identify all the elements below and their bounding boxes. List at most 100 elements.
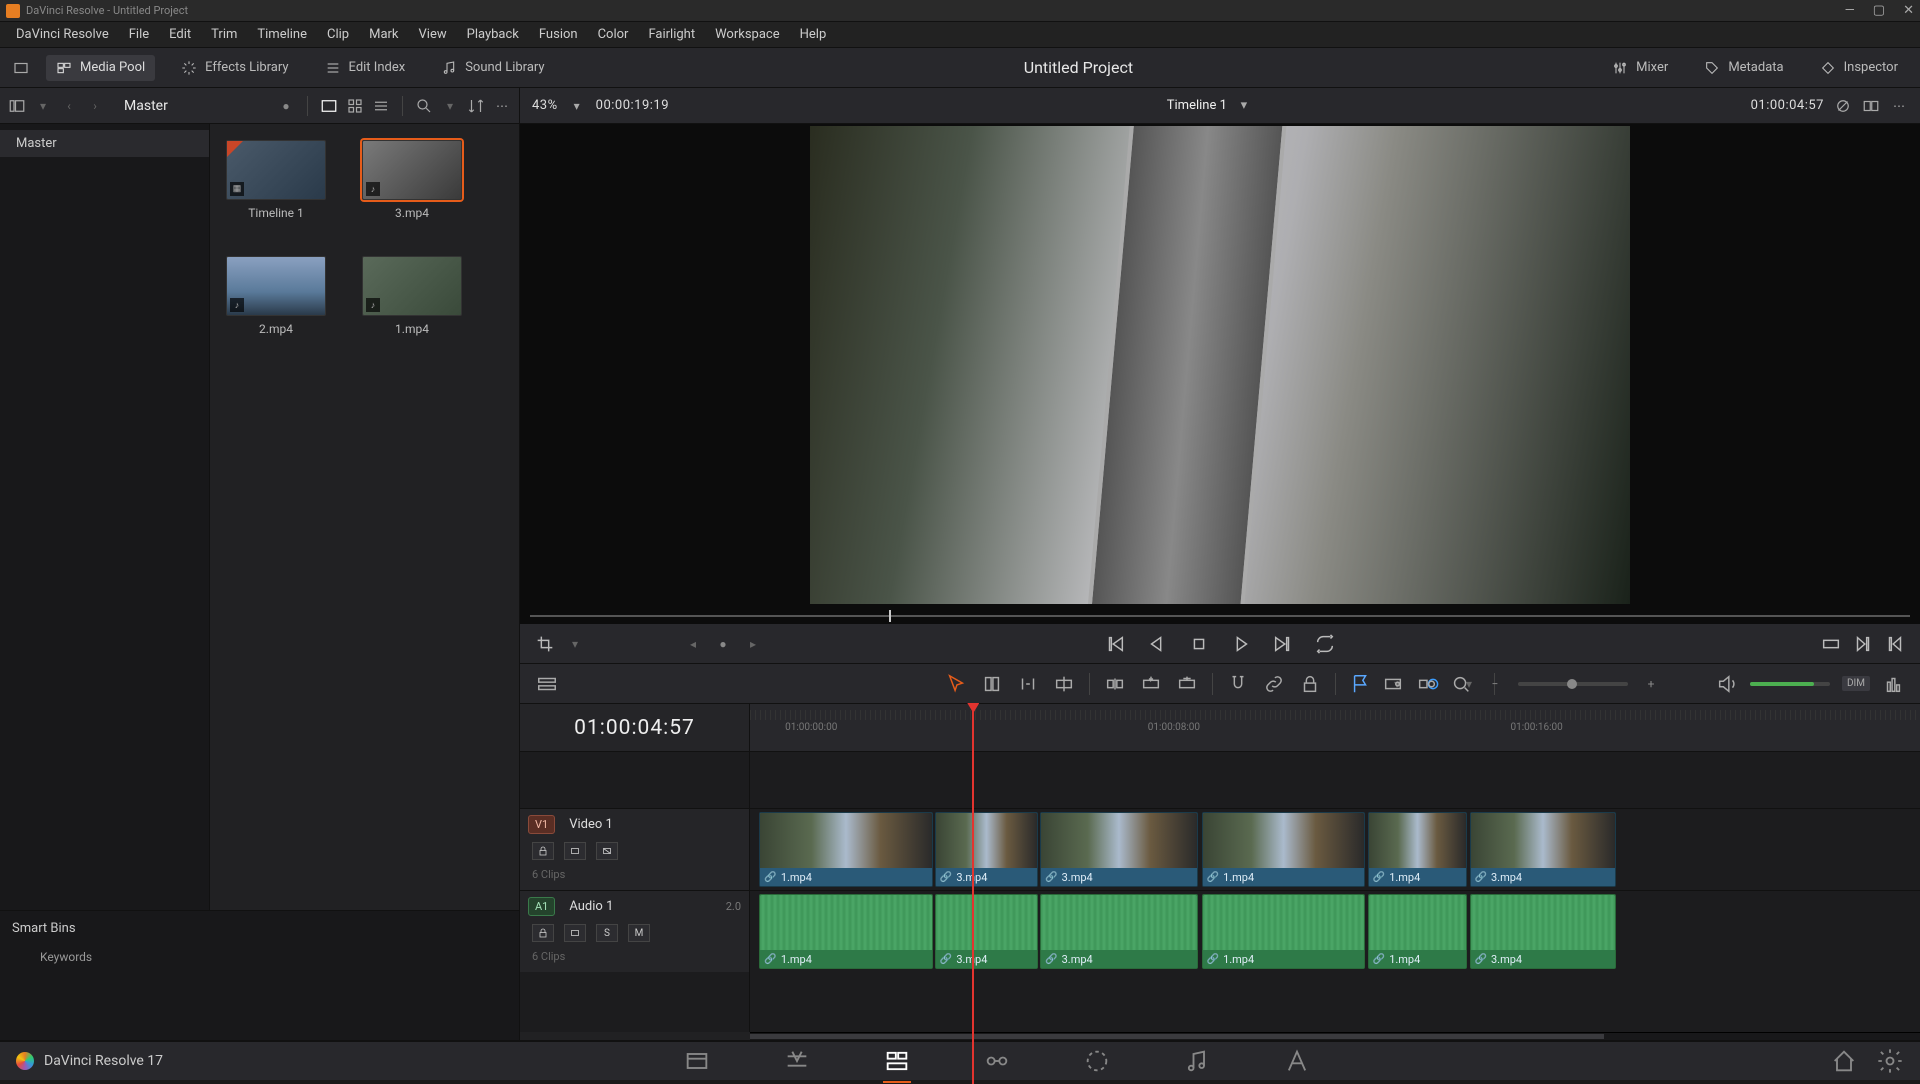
- audio-clip[interactable]: 🔗3.mp4: [935, 894, 1038, 969]
- nav-back-icon[interactable]: ‹: [60, 97, 78, 115]
- expand-icon[interactable]: [12, 59, 30, 77]
- smart-bins-keywords[interactable]: Keywords: [12, 950, 507, 964]
- chevron-down-icon[interactable]: ▾: [34, 97, 52, 115]
- sound-library-toggle[interactable]: Sound Library: [431, 55, 554, 81]
- bypass-fx-icon[interactable]: [1834, 97, 1852, 115]
- dynamic-trim-icon[interactable]: [1017, 673, 1039, 695]
- crop-dropdown-icon[interactable]: ▾: [564, 633, 586, 655]
- go-start-icon[interactable]: [1104, 633, 1126, 655]
- timeline-timecode[interactable]: 01:00:04:57: [520, 704, 750, 751]
- link-icon[interactable]: [1263, 673, 1285, 695]
- menu-dots-icon[interactable]: ⋯: [493, 97, 511, 115]
- custom-zoom-icon[interactable]: [1450, 673, 1472, 695]
- metadata-toggle[interactable]: Metadata: [1694, 55, 1793, 81]
- detail-zoom-icon[interactable]: [1416, 673, 1438, 695]
- track-lock-icon[interactable]: [532, 924, 554, 942]
- viewer[interactable]: [520, 124, 1920, 624]
- in-out-range-icon[interactable]: [1820, 633, 1842, 655]
- inspector-toggle[interactable]: Inspector: [1810, 55, 1908, 81]
- dual-viewer-icon[interactable]: [1862, 97, 1880, 115]
- video-clip[interactable]: 🔗1.mp4: [759, 812, 932, 887]
- menu-workspace[interactable]: Workspace: [705, 23, 790, 46]
- step-back-icon[interactable]: [1146, 633, 1168, 655]
- timeline-name[interactable]: Timeline 1: [1167, 98, 1227, 113]
- menu-view[interactable]: View: [409, 23, 457, 46]
- menu-mark[interactable]: Mark: [359, 23, 408, 46]
- audio-clip[interactable]: 🔗3.mp4: [1470, 894, 1616, 969]
- replace-clip-icon[interactable]: [1176, 673, 1198, 695]
- audio-clip[interactable]: 🔗1.mp4: [1202, 894, 1366, 969]
- audio-clip[interactable]: 🔗1.mp4: [759, 894, 932, 969]
- zoom-dropdown-icon[interactable]: ▾: [568, 97, 586, 115]
- bin-path[interactable]: Master: [112, 98, 188, 114]
- timeline-minimap[interactable]: [750, 1032, 1920, 1040]
- record-timecode[interactable]: 01:00:04:57: [1751, 98, 1824, 113]
- auto-select-icon[interactable]: [564, 924, 586, 942]
- home-icon[interactable]: [1830, 1047, 1858, 1075]
- play-icon[interactable]: [1230, 633, 1252, 655]
- menu-timeline[interactable]: Timeline: [247, 23, 317, 46]
- media-page-icon[interactable]: [683, 1047, 711, 1075]
- mixer-toggle[interactable]: Mixer: [1602, 55, 1678, 81]
- zoom-percent[interactable]: 43%: [532, 98, 558, 113]
- solo-button[interactable]: S: [596, 924, 618, 942]
- mute-button[interactable]: M: [628, 924, 650, 942]
- close-button[interactable]: ✕: [1903, 3, 1914, 18]
- edit-page-icon[interactable]: [883, 1047, 911, 1075]
- match-frame-prev-icon[interactable]: ◂: [682, 633, 704, 655]
- maximize-button[interactable]: ▢: [1873, 3, 1885, 18]
- timeline-view-icon[interactable]: [536, 673, 558, 695]
- menu-color[interactable]: Color: [588, 23, 639, 46]
- video-clip[interactable]: 🔗1.mp4: [1368, 812, 1467, 887]
- menu-clip[interactable]: Clip: [317, 23, 359, 46]
- snap-icon[interactable]: [1227, 673, 1249, 695]
- bin-item-clip[interactable]: ♪ 2.mp4: [226, 256, 326, 336]
- track-lock-icon[interactable]: [532, 842, 554, 860]
- search-dropdown-icon[interactable]: ▾: [441, 97, 459, 115]
- sidebar-toggle-icon[interactable]: [8, 97, 26, 115]
- match-frame-next-icon[interactable]: ▸: [742, 633, 764, 655]
- audio-clip[interactable]: 🔗3.mp4: [1040, 894, 1198, 969]
- media-pool-toggle[interactable]: Media Pool: [46, 55, 155, 81]
- tree-master[interactable]: Master: [0, 130, 209, 157]
- match-frame-dot-icon[interactable]: ●: [712, 633, 734, 655]
- zoom-out-icon[interactable]: −: [1484, 673, 1506, 695]
- speaker-icon[interactable]: [1716, 673, 1738, 695]
- sort-icon[interactable]: [467, 97, 485, 115]
- video-clip[interactable]: 🔗1.mp4: [1202, 812, 1366, 887]
- auto-select-icon[interactable]: [564, 842, 586, 860]
- timeline-dropdown-icon[interactable]: ▾: [1235, 97, 1253, 115]
- a1-dest-badge[interactable]: A1: [528, 897, 555, 916]
- audio-meters-icon[interactable]: [1882, 673, 1904, 695]
- effects-library-toggle[interactable]: Effects Library: [171, 55, 298, 81]
- overwrite-clip-icon[interactable]: [1140, 673, 1162, 695]
- edit-index-toggle[interactable]: Edit Index: [315, 55, 416, 81]
- bin-item-clip[interactable]: ♪ 3.mp4: [362, 140, 462, 220]
- source-timecode[interactable]: 00:00:19:19: [596, 98, 669, 113]
- thumb-view-active-icon[interactable]: [320, 97, 338, 115]
- v1-dest-badge[interactable]: V1: [528, 815, 555, 834]
- next-edit-icon[interactable]: [1852, 633, 1874, 655]
- bin-item-clip[interactable]: ♪ 1.mp4: [362, 256, 462, 336]
- selection-tool-icon[interactable]: [945, 673, 967, 695]
- list-view-icon[interactable]: [372, 97, 390, 115]
- insert-clip-icon[interactable]: [1104, 673, 1126, 695]
- video-clip[interactable]: 🔗3.mp4: [935, 812, 1038, 887]
- menu-help[interactable]: Help: [790, 23, 837, 46]
- volume-slider[interactable]: [1750, 682, 1830, 686]
- viewer-scrub[interactable]: [530, 608, 1910, 624]
- track-disable-icon[interactable]: [596, 842, 618, 860]
- menu-file[interactable]: File: [119, 23, 159, 46]
- smart-bins-header[interactable]: Smart Bins: [12, 921, 507, 936]
- scrub-head[interactable]: [889, 610, 891, 622]
- trim-tool-icon[interactable]: [981, 673, 1003, 695]
- nav-fwd-icon[interactable]: ›: [86, 97, 104, 115]
- zoom-slider[interactable]: [1518, 682, 1628, 686]
- zoom-in-icon[interactable]: +: [1640, 673, 1662, 695]
- playhead[interactable]: [972, 704, 974, 1084]
- menu-fairlight[interactable]: Fairlight: [638, 23, 705, 46]
- cut-page-icon[interactable]: [783, 1047, 811, 1075]
- video-clip[interactable]: 🔗3.mp4: [1040, 812, 1198, 887]
- minimize-button[interactable]: —: [1845, 3, 1855, 18]
- search-icon[interactable]: [415, 97, 433, 115]
